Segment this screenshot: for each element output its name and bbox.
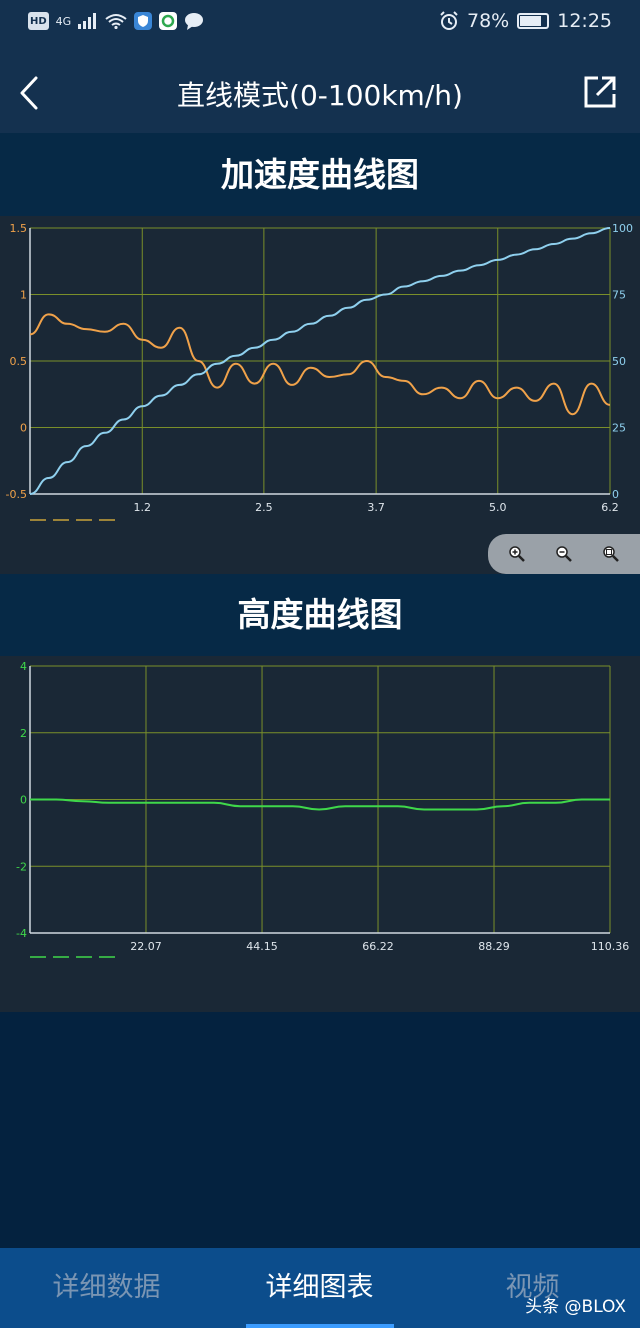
- x-tick-label: 88.29: [478, 940, 510, 953]
- zoom-reset-button[interactable]: [596, 539, 626, 569]
- accel-chart: 1.5 1 0.5 0 -0.5 100 75 50 25 0 1.2 2.5 3.7 5.0 6.2: [6, 222, 633, 521]
- app-bar: 直线模式(0-100km/h): [0, 48, 640, 133]
- tab-detail-charts[interactable]: 详细图表: [213, 1248, 426, 1328]
- zoom-controls: [488, 534, 640, 574]
- y-tick-label: 0: [20, 794, 27, 807]
- status-icons-right: 78% 12:25: [439, 10, 612, 32]
- altitude-series-line: [30, 798, 610, 811]
- y-tick-label: -4: [16, 927, 27, 940]
- y-right-tick-label: 75: [612, 289, 626, 302]
- altitude-chart-area: 4 2 0 -2 -4 22.07 44.15 66.22 88.29 110.36: [0, 656, 640, 1012]
- x-tick-label: 5.0: [489, 501, 507, 514]
- wifi-icon: [105, 14, 127, 29]
- x-tick-label: 22.07: [130, 940, 162, 953]
- external-share-icon: [584, 76, 616, 108]
- signal-icon: [78, 13, 97, 29]
- y-left-tick-label: 0.5: [10, 355, 28, 368]
- y-tick-label: 4: [20, 660, 27, 673]
- y-left-tick-label: 1.5: [10, 222, 28, 235]
- x-tick-label: 66.22: [362, 940, 394, 953]
- y-left-tick-label: -0.5: [6, 488, 27, 501]
- battery-percent: 78%: [467, 10, 510, 32]
- y-tick-label: -2: [16, 860, 27, 873]
- y-right-tick-label: 25: [612, 422, 626, 435]
- x-tick-label: 44.15: [246, 940, 278, 953]
- app-icon: [159, 12, 178, 30]
- accel-chart-title: 加速度曲线图: [0, 133, 640, 216]
- zoom-in-button[interactable]: [502, 539, 532, 569]
- x-tick-label: 110.36: [591, 940, 630, 953]
- share-button[interactable]: [580, 72, 620, 112]
- battery-level: [520, 16, 541, 26]
- x-tick-label: 6.2: [601, 501, 619, 514]
- y-right-tick-label: 100: [612, 222, 633, 235]
- y-right-tick-label: 50: [612, 355, 626, 368]
- chevron-left-icon: [20, 76, 38, 110]
- back-button[interactable]: [14, 68, 54, 116]
- altitude-chart-title: 高度曲线图: [0, 574, 640, 656]
- x-tick-label: 3.7: [367, 501, 385, 514]
- y-right-tick-label: 0: [612, 488, 619, 501]
- hd-badge: HD: [28, 12, 49, 30]
- tab-detail-data[interactable]: 详细数据: [0, 1248, 213, 1328]
- y-left-tick-label: 0: [20, 422, 27, 435]
- watermark: 头条 @BLOX: [525, 1297, 626, 1317]
- zoom-out-icon: [556, 546, 572, 562]
- zoom-reset-icon: [602, 546, 619, 562]
- altitude-chart: 4 2 0 -2 -4 22.07 44.15 66.22 88.29 110.36: [16, 660, 630, 958]
- y-tick-label: 2: [20, 727, 27, 740]
- accel-chart-area: 1.5 1 0.5 0 -0.5 100 75 50 25 0 1.2 2.5 3.7 5.0 6.2: [0, 216, 640, 574]
- x-tick-label: 2.5: [255, 501, 273, 514]
- zoom-out-button[interactable]: [549, 539, 579, 569]
- x-tick-label: 1.2: [134, 501, 152, 514]
- active-tab-indicator: [246, 1324, 394, 1328]
- altitude-chart-panel: 高度曲线图 4 2 0 -2 -4 22.07 44.15 66.22 88.29 110.36: [0, 574, 640, 1012]
- zoom-in-icon: [509, 546, 526, 562]
- message-icon: [185, 13, 204, 30]
- network-type: 4G: [55, 14, 72, 28]
- clock: 12:25: [557, 10, 612, 32]
- alarm-icon: [440, 11, 458, 30]
- shield-app-icon: [134, 12, 153, 30]
- y-left-tick-label: 1: [20, 289, 27, 302]
- status-bar: HD 4G 78% 12:25: [0, 0, 640, 48]
- status-icons-left: HD 4G: [28, 12, 204, 30]
- acceleration-series-line: [29, 313, 611, 416]
- battery-icon: [517, 13, 550, 29]
- page-title: 直线模式(0-100km/h): [177, 79, 463, 112]
- accel-chart-panel: 加速度曲线图 1.5 1 0.5 0 -0.5 100 75 50 25 0 1.2 2.5 3.7 5.…: [0, 133, 640, 574]
